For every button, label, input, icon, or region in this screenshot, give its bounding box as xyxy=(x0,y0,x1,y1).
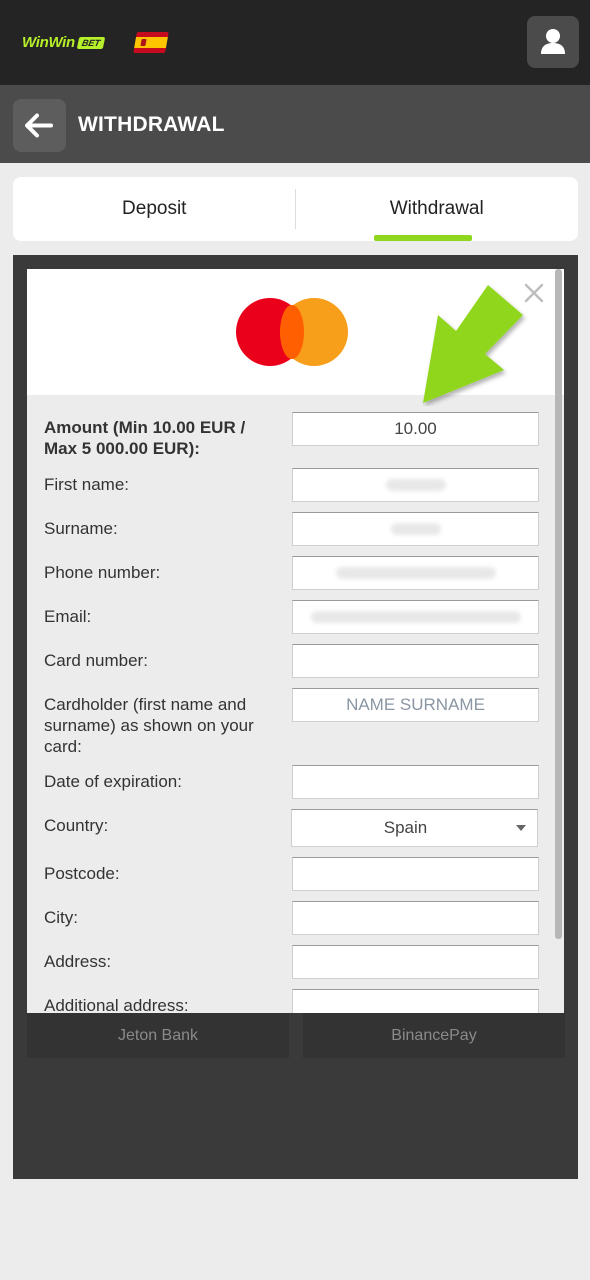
brand-logo[interactable]: WinWin BET xyxy=(22,34,106,51)
additional-address-label: Additional address: xyxy=(44,996,189,1013)
mastercard-logo xyxy=(236,298,348,366)
first-name-input[interactable] xyxy=(292,468,539,502)
phone-input[interactable] xyxy=(292,556,539,590)
city-label: City: xyxy=(44,908,78,927)
additional-address-input[interactable] xyxy=(292,989,539,1013)
country-select[interactable]: Spain xyxy=(291,809,538,847)
postcode-label: Postcode: xyxy=(44,864,120,883)
country-value: Spain xyxy=(383,818,428,837)
chevron-down-icon xyxy=(516,825,526,831)
modal-scrollbar[interactable] xyxy=(555,269,562,939)
page-title: WITHDRAWAL xyxy=(78,113,225,136)
method-binancepay[interactable]: BinancePay xyxy=(303,1013,565,1058)
card-number-label: Card number: xyxy=(44,651,148,670)
spain-flag-icon[interactable] xyxy=(133,32,169,53)
user-account-button[interactable] xyxy=(527,16,579,68)
country-label: Country: xyxy=(44,816,109,835)
brand-badge: BET xyxy=(76,36,106,49)
amount-input[interactable]: 10.00 xyxy=(292,412,539,446)
tab-deposit[interactable]: Deposit xyxy=(13,177,296,241)
phone-label: Phone number: xyxy=(44,563,161,582)
top-bar: WinWin BET xyxy=(0,0,590,85)
user-icon xyxy=(541,29,565,54)
amount-label: Amount (Min 10.00 EUR / Max 5 000.00 EUR… xyxy=(44,418,246,458)
email-label: Email: xyxy=(44,607,92,626)
first-name-label: First name: xyxy=(44,475,130,494)
surname-input[interactable] xyxy=(292,512,539,546)
cardholder-label: Cardholder (first name and surname) as s… xyxy=(44,695,254,756)
city-input[interactable] xyxy=(292,901,539,935)
address-input[interactable] xyxy=(292,945,539,979)
surname-label: Surname: xyxy=(44,519,118,538)
tab-withdrawal[interactable]: Withdrawal xyxy=(296,177,579,241)
method-jeton-bank[interactable]: Jeton Bank xyxy=(27,1013,289,1058)
green-arrow-icon xyxy=(423,285,523,403)
brand-name: WinWin xyxy=(22,34,75,51)
title-bar: WITHDRAWAL xyxy=(0,85,590,163)
cardholder-input[interactable]: NAME SURNAME xyxy=(292,688,539,722)
arrow-left-icon xyxy=(25,113,53,138)
address-label: Address: xyxy=(44,952,112,971)
active-tab-indicator xyxy=(374,235,472,241)
card-number-input[interactable] xyxy=(292,644,539,678)
back-button[interactable] xyxy=(13,99,66,152)
email-input[interactable] xyxy=(292,600,539,634)
postcode-input[interactable] xyxy=(292,857,539,891)
payment-tabs: Deposit Withdrawal xyxy=(13,177,578,241)
expiration-input[interactable] xyxy=(292,765,539,799)
expiration-label: Date of expiration: xyxy=(44,772,182,791)
